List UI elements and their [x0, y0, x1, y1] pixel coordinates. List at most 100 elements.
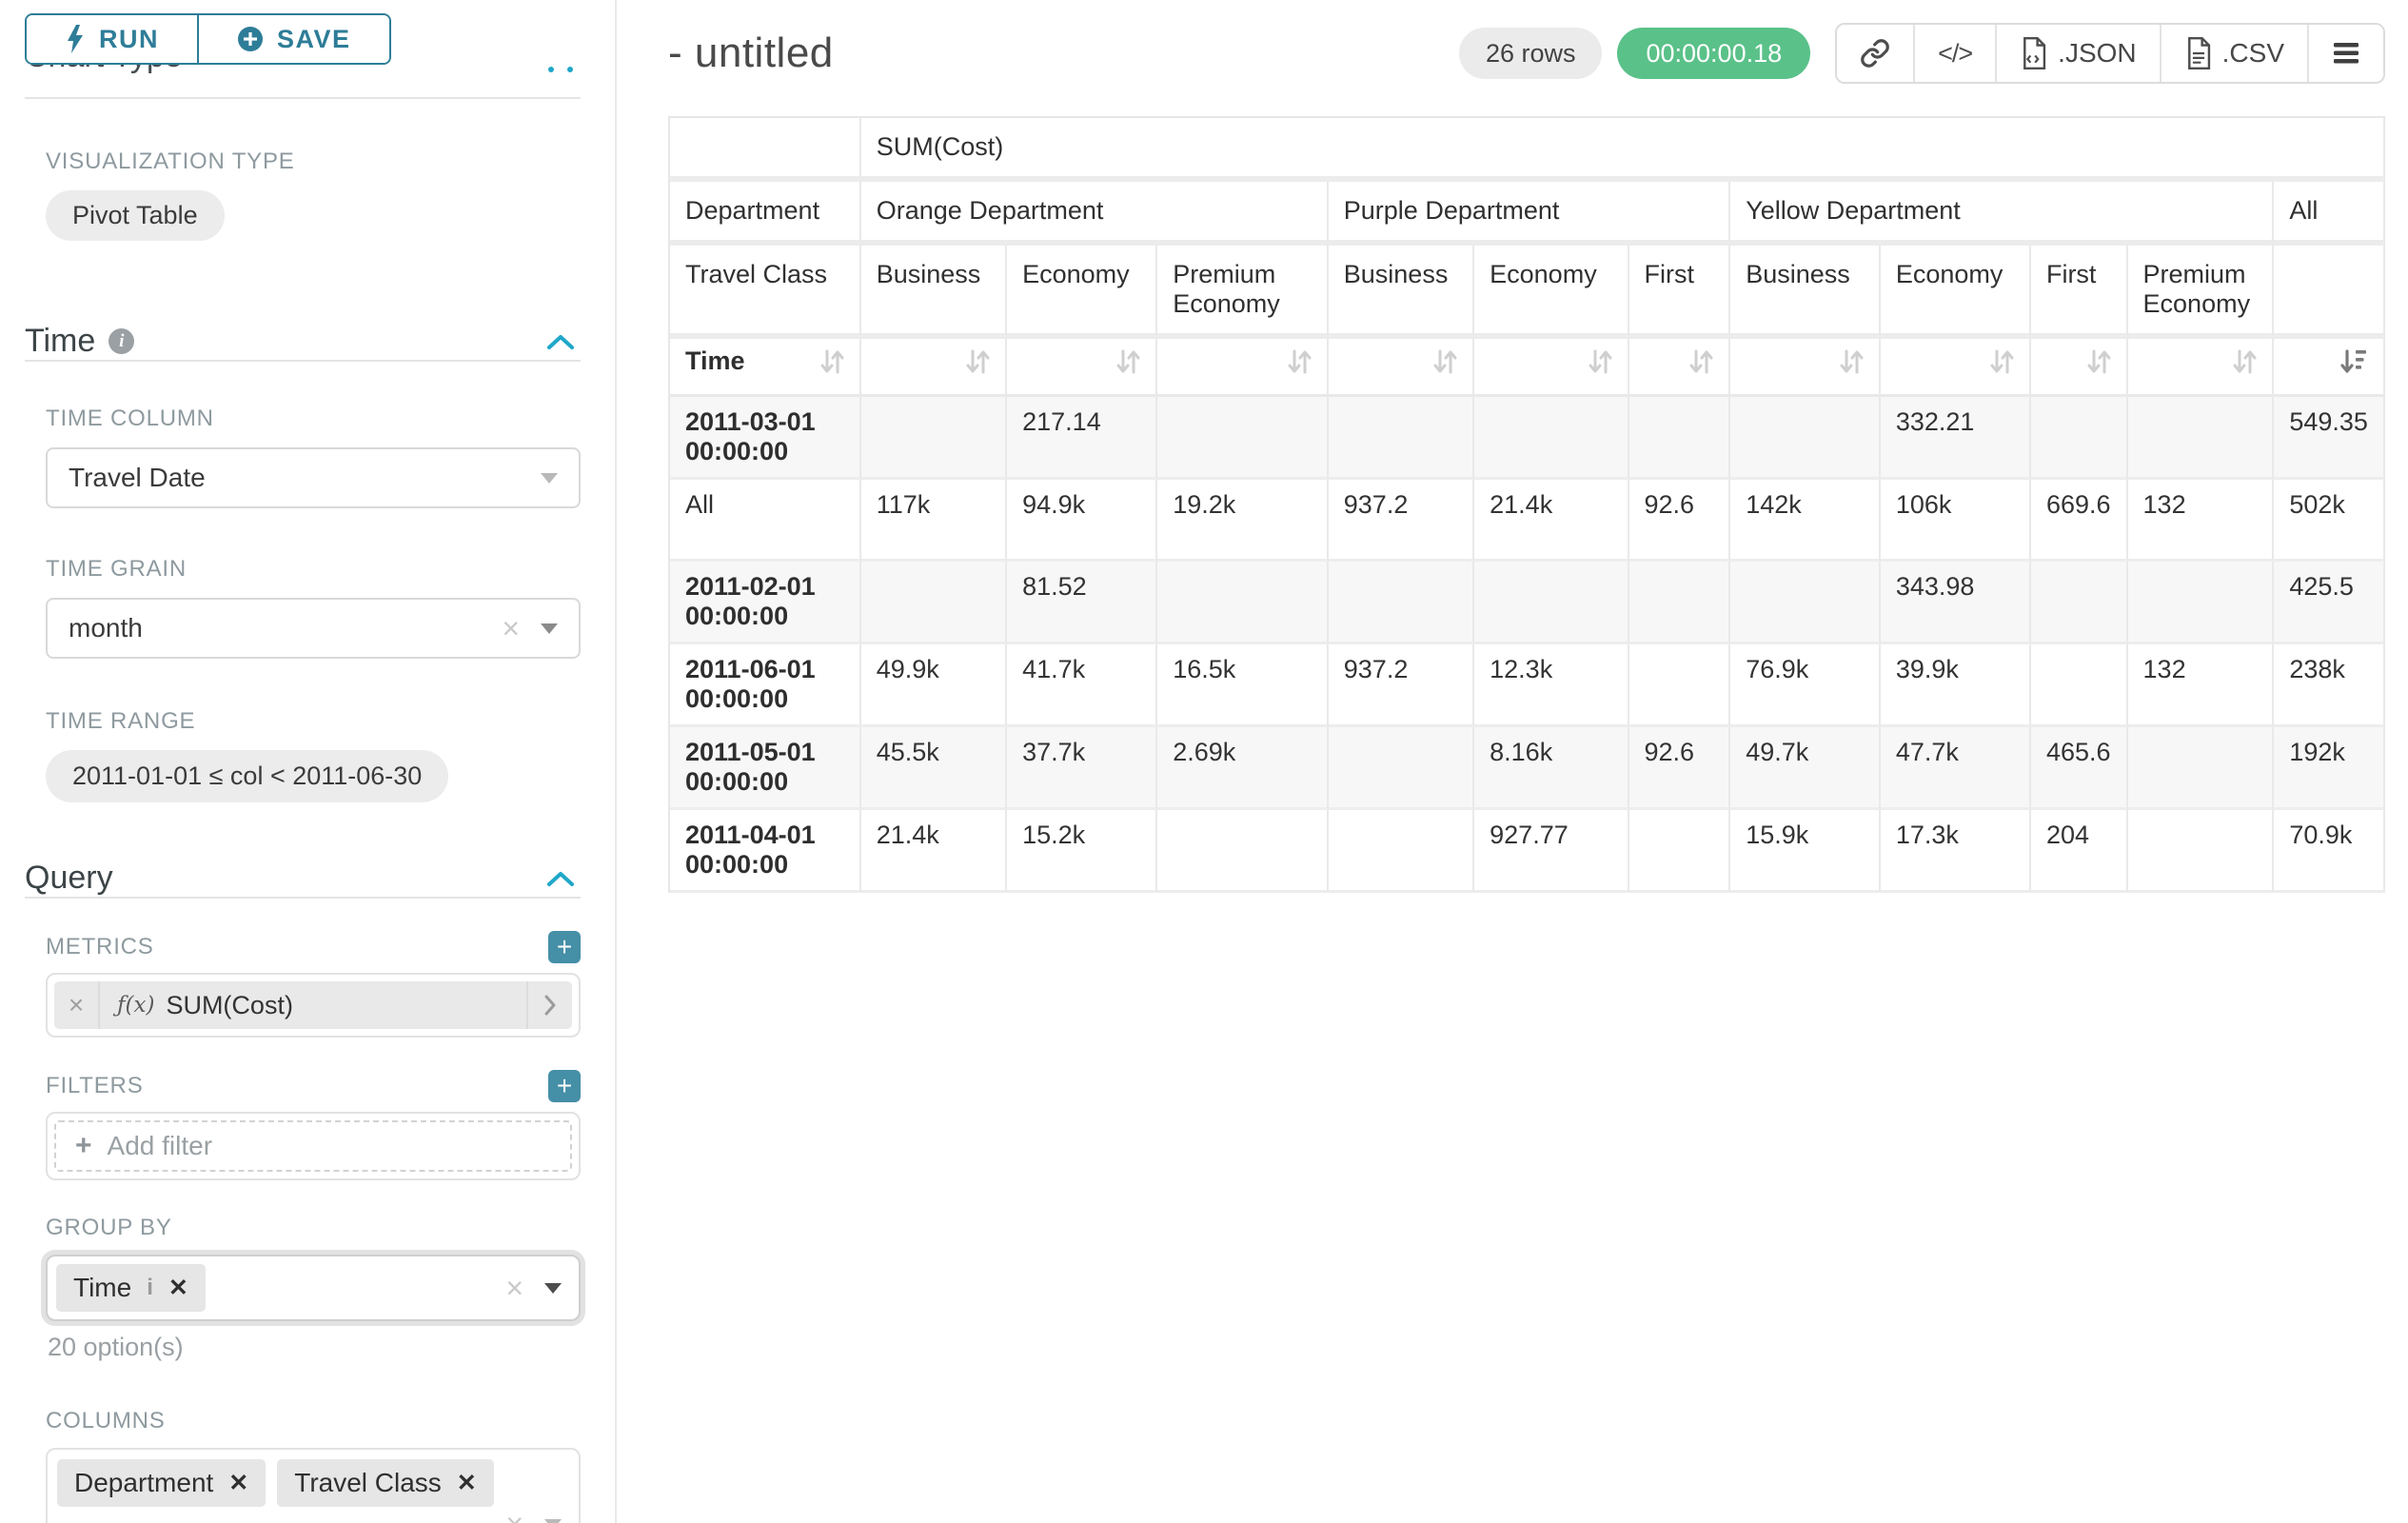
sort-icon[interactable] [1287, 346, 1312, 384]
value-cell: 47.7k [1881, 727, 2031, 810]
control-panel-scroll[interactable]: VISUALIZATION TYPE Pivot Table Time i TI… [0, 97, 615, 1523]
value-sort-header[interactable] [2274, 339, 2385, 397]
json-label: .JSON [2058, 38, 2136, 69]
col-header: Business [1730, 246, 1881, 339]
run-button[interactable]: RUN [27, 15, 197, 63]
chart-header-actions: 26 rows 00:00:00.18 </> [1459, 23, 2385, 84]
table-row: 2011-03-01 00:00:00217.14332.21549.35 [670, 397, 2385, 480]
collapse-chevron-icon[interactable] [546, 333, 575, 350]
value-cell: 142k [1730, 480, 1881, 562]
plus-icon: + [75, 1130, 92, 1162]
action-bar: RUN SAVE [0, 0, 615, 65]
more-options-button[interactable] [2307, 25, 2383, 82]
sort-icon[interactable] [1115, 346, 1140, 384]
copy-link-button[interactable] [1837, 25, 1913, 82]
control-panel: Chart Type RUN SAVE [0, 0, 617, 1523]
clear-icon[interactable]: × [502, 613, 520, 643]
value-cell: 8.16k [1474, 727, 1628, 810]
row-dimension-sort-header[interactable]: Time [670, 339, 861, 397]
caret-down-icon[interactable] [541, 623, 558, 634]
time-column-select[interactable]: Travel Date [46, 447, 581, 508]
value-sort-header[interactable] [1329, 339, 1474, 397]
remove-pill-icon[interactable]: ✕ [228, 1469, 248, 1497]
menu-icon [2332, 41, 2360, 66]
remove-pill-icon[interactable]: ✕ [457, 1469, 477, 1497]
value-sort-header[interactable] [1007, 339, 1157, 397]
time-grain-select[interactable]: month × [46, 598, 581, 659]
caret-down-icon[interactable] [541, 473, 558, 484]
collapse-chevron-icon[interactable] [546, 870, 575, 887]
value-sort-header[interactable] [2128, 339, 2275, 397]
remove-pill-icon[interactable]: ✕ [168, 1274, 188, 1302]
sort-icon[interactable] [1839, 346, 1864, 384]
value-sort-header[interactable] [2031, 339, 2128, 397]
sort-icon[interactable] [1432, 346, 1457, 384]
value-sort-header[interactable] [1157, 339, 1329, 397]
value-cell: 39.9k [1881, 644, 2031, 727]
clear-icon[interactable]: × [505, 1273, 523, 1303]
value-cell [1329, 810, 1474, 893]
expand-metric-icon[interactable] [526, 981, 572, 1029]
sort-icon[interactable] [819, 346, 844, 384]
value-cell: 937.2 [1329, 480, 1474, 562]
chart-panel: - untitled 26 rows 00:00:00.18 </> [617, 0, 2408, 1523]
export-json-button[interactable]: .JSON [1995, 25, 2159, 82]
save-button[interactable]: SAVE [197, 15, 389, 63]
value-sort-header[interactable] [861, 339, 1007, 397]
add-filter-dropzone[interactable]: + Add filter [54, 1120, 572, 1172]
value-cell: 49.7k [1730, 727, 1881, 810]
group-by-options-hint: 20 option(s) [48, 1333, 581, 1362]
caret-down-icon[interactable] [544, 1519, 562, 1523]
code-icon: </> [1938, 39, 1972, 69]
chart-header: - untitled 26 rows 00:00:00.18 </> [668, 0, 2385, 84]
value-cell [1730, 397, 1881, 480]
value-cell: 204 [2031, 810, 2128, 893]
chart-title[interactable]: - untitled [668, 30, 834, 77]
columns-select[interactable]: Department✕Travel Class✕ × [46, 1448, 581, 1523]
columns-pill[interactable]: Department✕ [57, 1459, 266, 1507]
value-sort-header[interactable] [1881, 339, 2031, 397]
metrics-header-row: METRICS + [46, 931, 581, 963]
add-filter-button[interactable]: + [548, 1070, 581, 1102]
time-section-title: Time [25, 323, 95, 360]
group-by-pill-time[interactable]: Time i ✕ [56, 1264, 206, 1312]
row-label-cell: 2011-06-01 00:00:00 [670, 644, 861, 727]
sort-icon[interactable] [2086, 346, 2111, 384]
col-header: Business [861, 246, 1007, 339]
columns-pill[interactable]: Travel Class✕ [277, 1459, 494, 1507]
group-by-select[interactable]: Time i ✕ × [46, 1255, 581, 1321]
sort-icon[interactable] [1588, 346, 1612, 384]
pill-label: Time [73, 1273, 131, 1303]
value-sort-header[interactable] [1474, 339, 1628, 397]
value-cell: 465.6 [2031, 727, 2128, 810]
remove-metric-icon[interactable]: × [54, 981, 100, 1029]
json-file-icon [2020, 37, 2048, 69]
row-label-cell: 2011-05-01 00:00:00 [670, 727, 861, 810]
value-sort-header[interactable] [1629, 339, 1731, 397]
caret-down-icon[interactable] [544, 1283, 562, 1294]
value-cell: 132 [2128, 644, 2275, 727]
add-metric-button[interactable]: + [548, 931, 581, 963]
sort-desc-icon[interactable] [2339, 346, 2368, 384]
sort-icon[interactable] [965, 346, 990, 384]
visualization-type-value[interactable]: Pivot Table [46, 190, 225, 241]
col-header: First [1629, 246, 1731, 339]
metric-content[interactable]: ƒ(x) SUM(Cost) [100, 991, 526, 1020]
metrics-box: × ƒ(x) SUM(Cost) [46, 973, 581, 1038]
value-sort-header[interactable] [1730, 339, 1881, 397]
value-cell [2031, 562, 2128, 644]
query-duration-badge: 00:00:00.18 [1617, 28, 1810, 79]
value-cell: 41.7k [1007, 644, 1157, 727]
embed-code-button[interactable]: </> [1913, 25, 1995, 82]
sort-icon[interactable] [1989, 346, 2014, 384]
value-cell [1474, 562, 1628, 644]
export-csv-button[interactable]: .CSV [2160, 25, 2307, 82]
row-label-cell: 2011-03-01 00:00:00 [670, 397, 861, 480]
info-icon: i [109, 328, 134, 354]
sort-icon[interactable] [1688, 346, 1713, 384]
clear-icon[interactable]: × [505, 1509, 523, 1523]
metric-pill[interactable]: × ƒ(x) SUM(Cost) [54, 981, 572, 1029]
time-range-value[interactable]: 2011-01-01 ≤ col < 2011-06-30 [46, 750, 448, 802]
value-cell: 12.3k [1474, 644, 1628, 727]
sort-icon[interactable] [2232, 346, 2257, 384]
